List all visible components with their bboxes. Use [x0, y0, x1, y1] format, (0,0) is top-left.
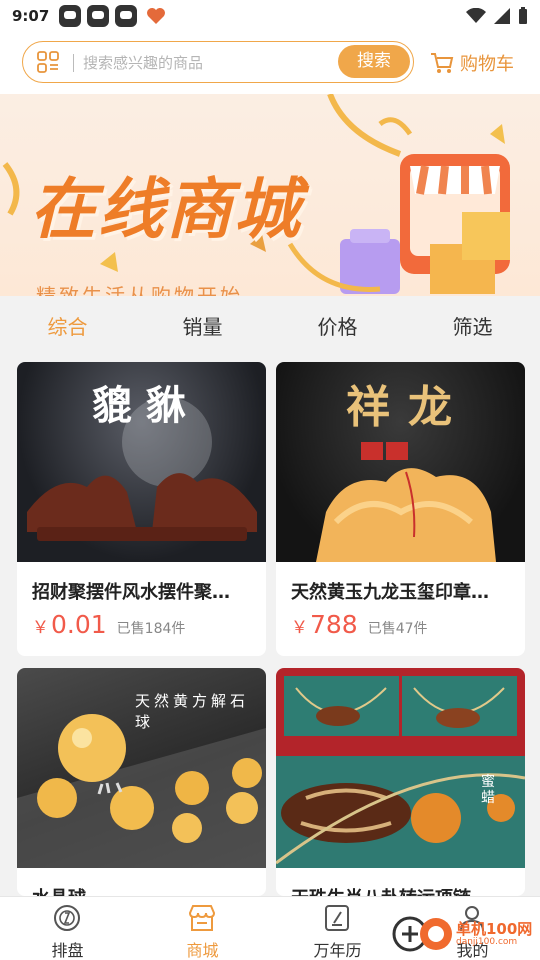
product-image-caption: 祥龙	[346, 382, 470, 433]
product-name: 招财聚摆件风水摆件聚…	[32, 582, 230, 603]
notification-app-icon	[87, 5, 110, 27]
product-image-caption: 蜜蜡	[481, 774, 495, 806]
status-time: 9:07	[12, 7, 50, 25]
calendar-icon	[325, 905, 349, 931]
banner-title: 在线商城	[30, 171, 302, 248]
status-bar: 9:07	[0, 0, 540, 32]
nav-item-paipan[interactable]: 排盘	[0, 897, 135, 960]
search-input[interactable]: 搜索感兴趣的商品	[83, 52, 203, 73]
product-name: 水晶球	[32, 884, 252, 896]
tab-filter[interactable]: 筛选	[405, 296, 540, 358]
watermark-logo-icon	[392, 916, 452, 952]
watermark-text: 单机100网	[456, 919, 533, 938]
compass-icon	[54, 905, 80, 931]
product-price-line: ￥ 788 已售47件	[291, 610, 428, 639]
product-image-caption: 貔貅	[92, 382, 200, 429]
product-card[interactable]: 祥龙 天然黄玉九龙玉玺印章… ￥ 788 已售47件	[276, 362, 525, 656]
product-name: 天珠生肖八卦转运项链	[291, 884, 511, 896]
nav-label: 排盘	[51, 941, 84, 960]
shop-icon	[188, 905, 216, 931]
notification-app-icon	[59, 5, 82, 27]
product-sold-count: 已售184件	[116, 621, 186, 637]
sort-tabs: 综合 销量 价格 筛选	[0, 296, 540, 358]
nav-item-shop[interactable]: 商城	[135, 897, 270, 960]
search-button[interactable]: 搜索	[338, 45, 410, 78]
price-currency: ￥	[32, 618, 49, 638]
wifi-icon	[466, 8, 486, 23]
search-divider	[73, 54, 74, 72]
watermark-url: danji100.com	[456, 936, 518, 947]
battery-icon	[519, 7, 527, 24]
scan-icon[interactable]	[37, 51, 59, 73]
product-price-line: ￥ 0.01 已售184件	[32, 610, 185, 639]
nav-label: 万年历	[313, 941, 362, 960]
tab-comprehensive[interactable]: 综合	[0, 296, 135, 358]
product-price: 0.01	[51, 610, 107, 639]
product-image: 貔貅	[17, 362, 266, 562]
product-name: 天然黄玉九龙玉玺印章…	[291, 582, 489, 603]
product-image-caption: 天然黄方解石球	[135, 692, 250, 731]
site-watermark: 单机100网 danji100.com	[392, 914, 532, 954]
product-image: 蜜蜡	[276, 668, 525, 868]
signal-icon	[494, 8, 510, 24]
nav-item-calendar[interactable]: 万年历	[270, 897, 405, 960]
price-currency: ￥	[291, 618, 308, 638]
product-card[interactable]: 天然黄方解石球 水晶球	[17, 668, 266, 896]
product-image: 天然黄方解石球	[17, 668, 266, 868]
product-card[interactable]: 貔貅 招财聚摆件风水摆件聚… ￥ 0.01 已售184件	[17, 362, 266, 656]
cart-label: 购物车	[460, 54, 514, 75]
banner-subtitle: 精致生活从购物开始	[36, 284, 243, 296]
product-card[interactable]: 蜜蜡 天珠生肖八卦转运项链	[276, 668, 525, 896]
heart-app-icon	[147, 8, 166, 24]
product-sold-count: 已售47件	[367, 621, 428, 637]
tab-sales[interactable]: 销量	[135, 296, 270, 358]
search-bar[interactable]: 搜索感兴趣的商品 搜索	[22, 41, 414, 83]
cart-icon	[431, 53, 454, 73]
nav-label: 商城	[186, 941, 219, 960]
product-image: 祥龙	[276, 362, 525, 562]
notification-app-icon	[115, 5, 138, 27]
tab-price[interactable]: 价格	[270, 296, 405, 358]
promo-banner[interactable]: 在线商城 精致生活从购物开始	[0, 94, 540, 296]
product-price: 788	[310, 610, 358, 639]
cart-button[interactable]: 购物车	[430, 50, 514, 76]
shop-header: 搜索感兴趣的商品 搜索 购物车	[0, 32, 540, 94]
